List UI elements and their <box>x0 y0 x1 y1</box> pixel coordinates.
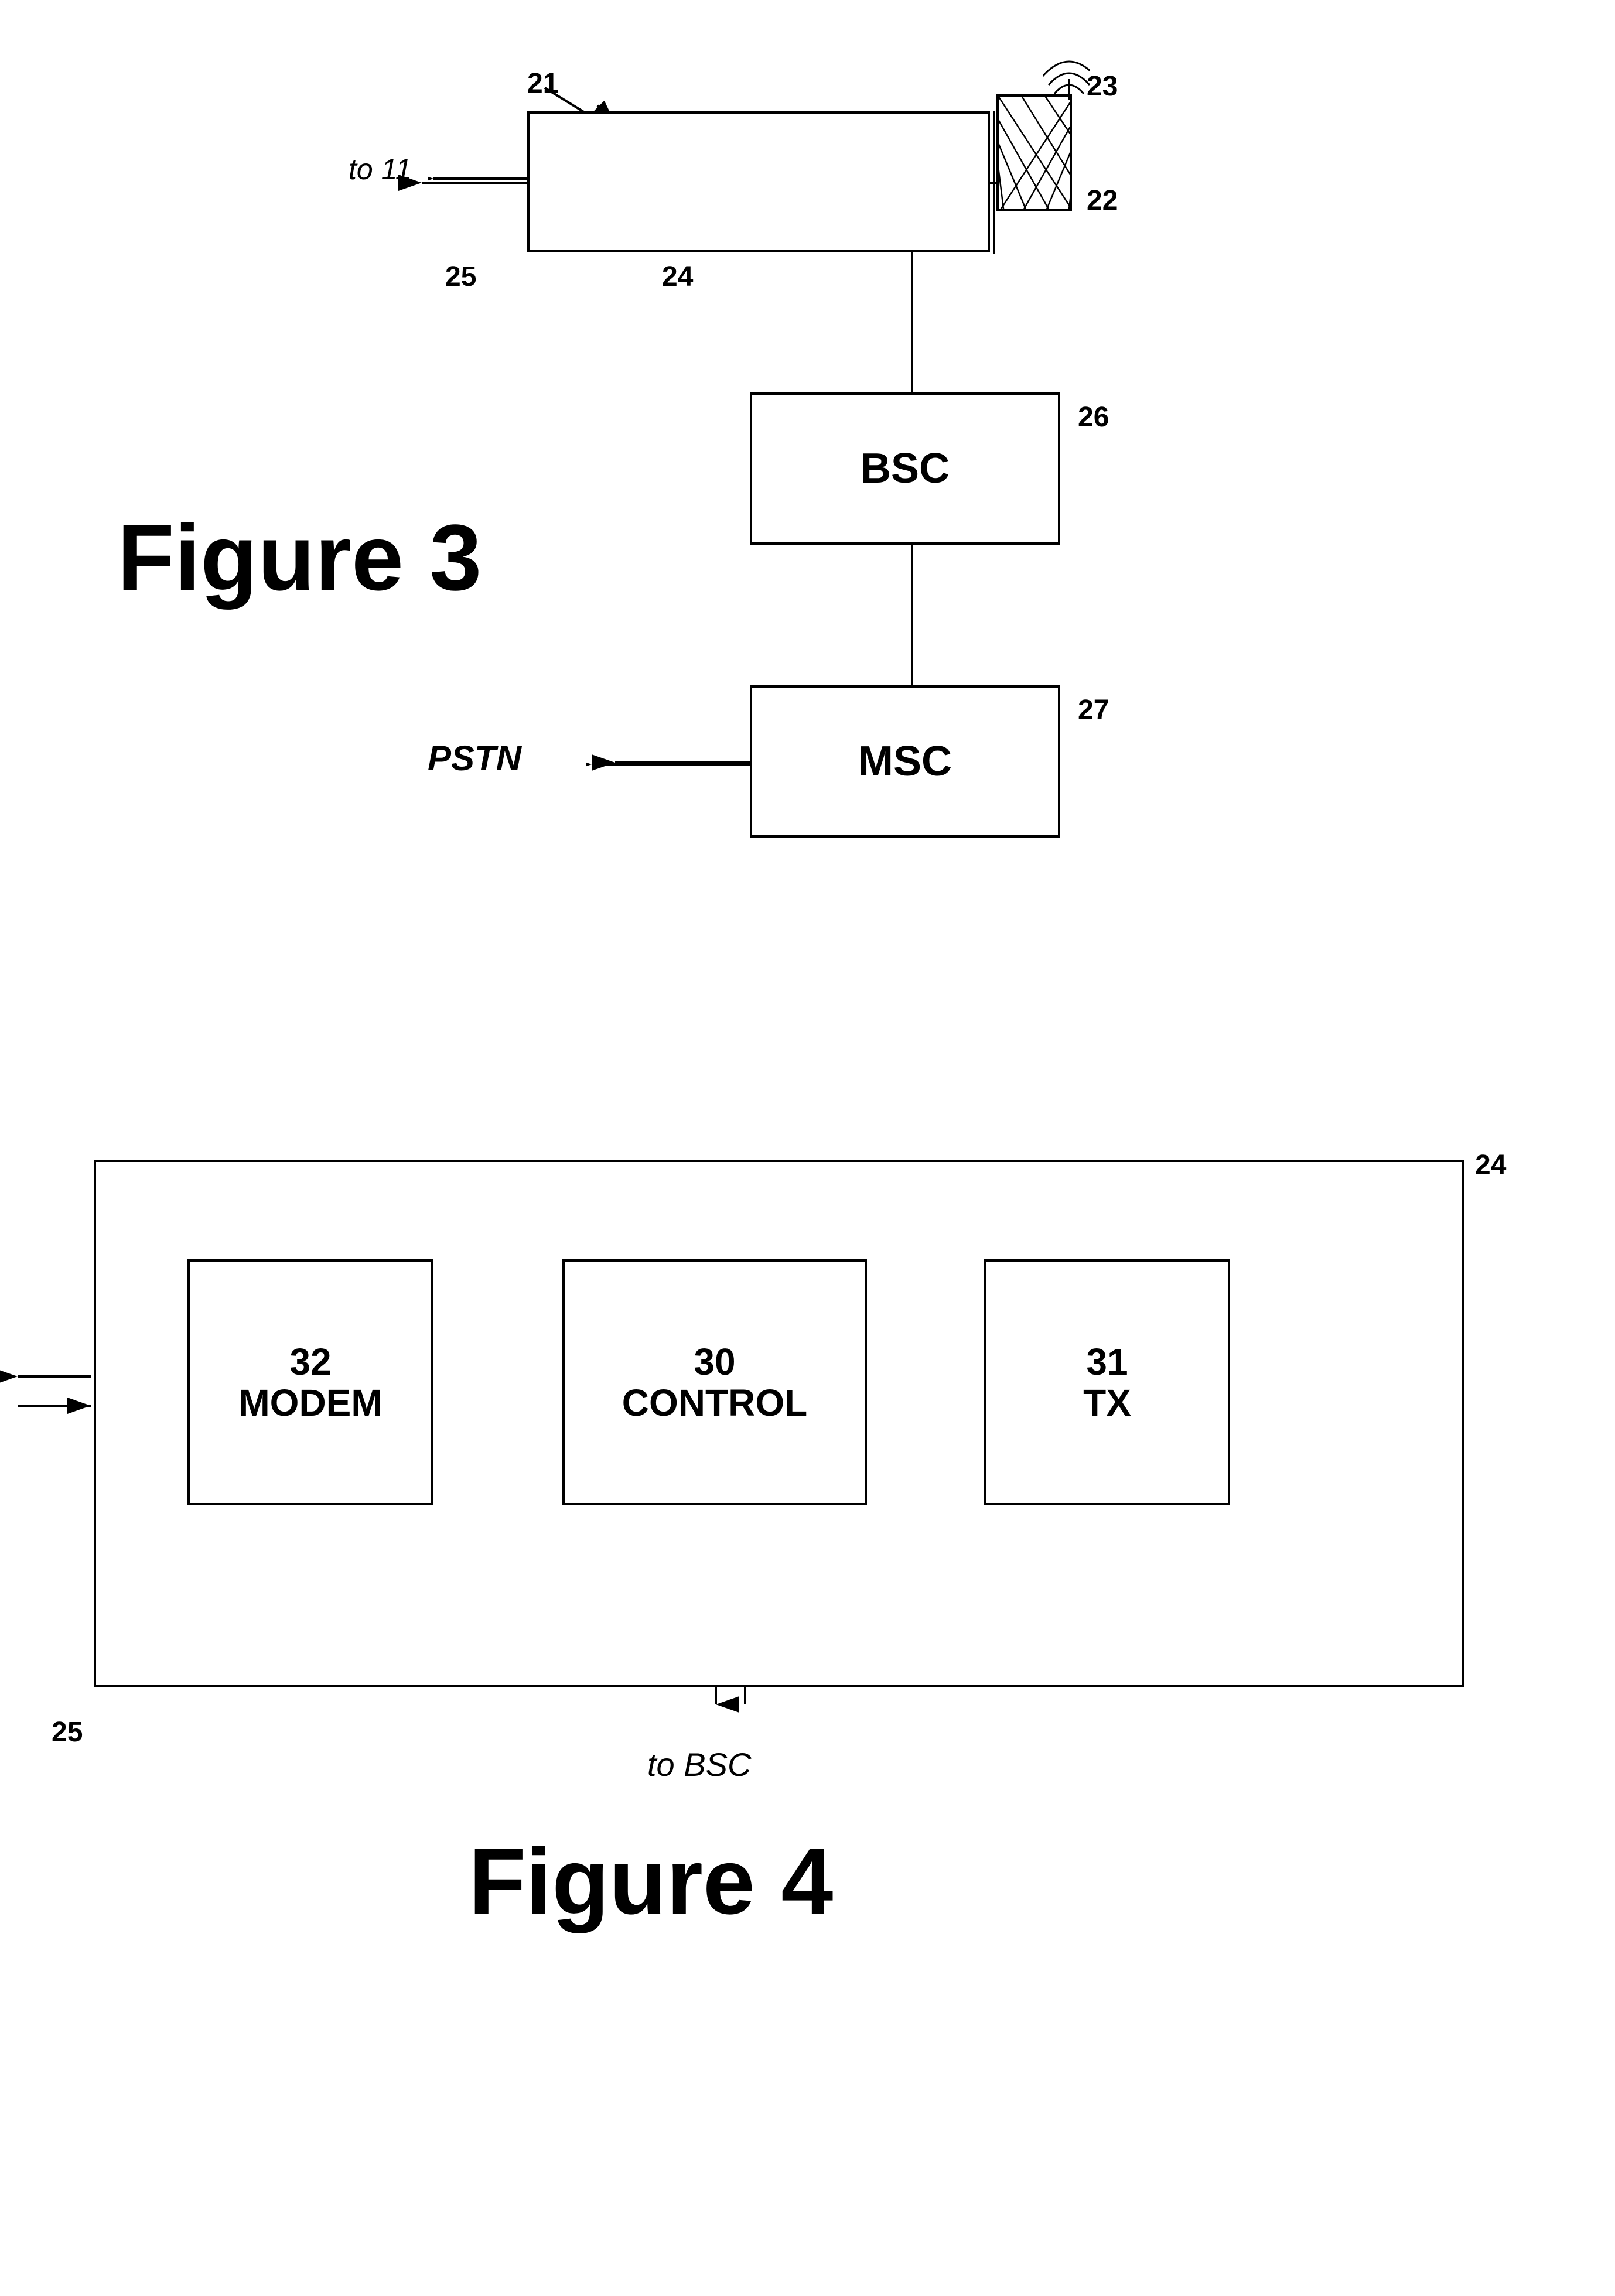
tobsc-label: to BSC <box>647 1745 751 1784</box>
tx-number: 31 <box>1086 1341 1128 1382</box>
modem-number: 32 <box>289 1341 331 1382</box>
vline-bts-bsc <box>911 252 913 392</box>
figure4-title: Figure 4 <box>469 1827 833 1935</box>
msc-box: MSC <box>750 685 1060 838</box>
antenna-box <box>996 94 1072 211</box>
label-21: 21 <box>527 67 558 100</box>
label-22: 22 <box>1087 184 1118 217</box>
label-27: 27 <box>1078 694 1109 726</box>
figure4-container: 24 32 MODEM 30 CONTROL 31 TX 25 to BSC F… <box>0 1125 1615 2267</box>
to11-arrow-svg <box>428 161 533 196</box>
antenna-crosshatch <box>998 96 1070 209</box>
tx-box: 31 TX <box>984 1259 1230 1505</box>
control-number: 30 <box>694 1341 735 1382</box>
label-25: 25 <box>445 261 476 293</box>
page: 21 to 11 25 24 <box>0 0 1615 2267</box>
label-25-fig4: 25 <box>52 1716 83 1748</box>
bts-box <box>527 111 990 252</box>
label-23: 23 <box>1087 70 1118 102</box>
control-box: 30 CONTROL <box>562 1259 867 1505</box>
to11-label: to 11 <box>349 152 412 186</box>
figure3-container: 21 to 11 25 24 <box>0 35 1615 1002</box>
vline-bsc-msc <box>911 545 913 685</box>
modem-label: MODEM <box>238 1382 382 1423</box>
antenna-symbol-svg <box>1043 47 1090 100</box>
bsc-label: BSC <box>861 445 950 493</box>
pstn-arrow-svg <box>586 744 756 785</box>
label-26: 26 <box>1078 401 1109 433</box>
tx-label: TX <box>1083 1382 1131 1423</box>
modem-box: 32 MODEM <box>187 1259 433 1505</box>
control-label: CONTROL <box>622 1382 807 1423</box>
label-24: 24 <box>662 261 693 293</box>
figure3-title: Figure 3 <box>117 504 482 611</box>
bsc-box: BSC <box>750 392 1060 545</box>
label-24-fig4: 24 <box>1475 1149 1506 1181</box>
msc-label: MSC <box>858 737 952 785</box>
antenna-symbol <box>1043 47 1090 102</box>
pstn-label: PSTN <box>428 738 521 778</box>
